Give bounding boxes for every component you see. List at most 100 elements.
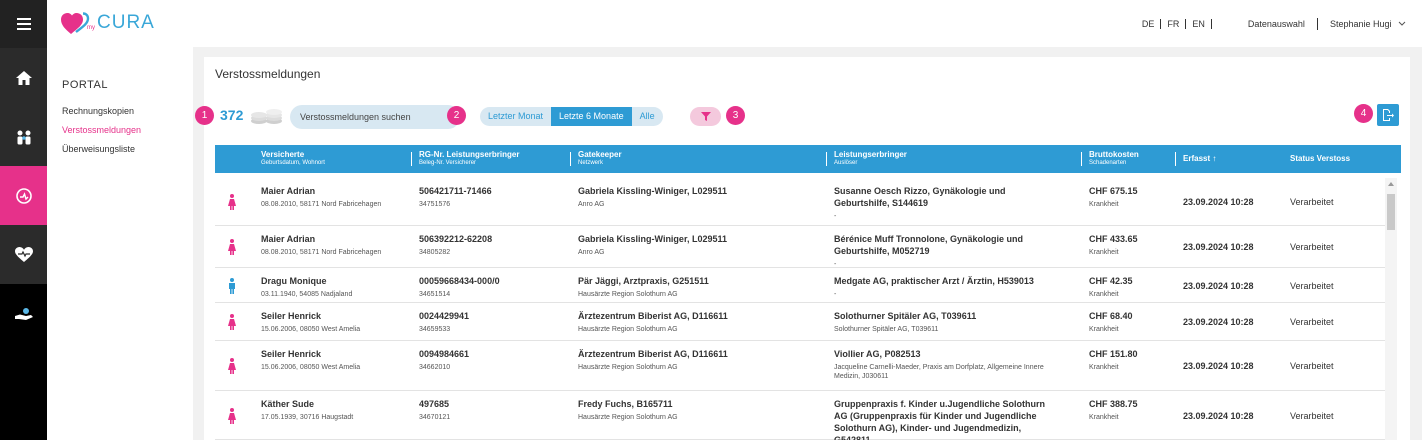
heart-logo-icon (61, 12, 90, 34)
cell-date: 23.09.2024 10:28 (1183, 242, 1254, 252)
callout-badge-1: 1 (195, 106, 214, 125)
cell-person: Seiler Henrick 15.06.2006, 08050 West Ame… (261, 349, 361, 371)
cell-person: Maier Adrian 08.08.2010, 58171 Nord Fabri… (261, 186, 382, 208)
user-menu[interactable]: Stephanie Hugi (1330, 19, 1406, 29)
cell-rg: 506392212-62208 34805282 (419, 234, 493, 256)
rail-people[interactable] (0, 107, 47, 166)
table-row[interactable]: Maier Adrian 08.08.2010, 58171 Nord Fabri… (215, 178, 1385, 226)
cell-status: Verarbeitet (1290, 197, 1334, 207)
rail-home[interactable] (0, 48, 47, 107)
lang-fr[interactable]: FR (1161, 18, 1187, 29)
page-title: Verstossmeldungen (215, 67, 321, 81)
data-selection-link[interactable]: Datenauswahl (1248, 19, 1305, 29)
col-rg-nr[interactable]: RG-Nr. Leistungserbringer Beleg-Nr. Versi… (411, 150, 519, 166)
lang-en[interactable]: EN (1186, 18, 1212, 29)
cell-le: Viollier AG, P082513 Jacqueline Carnelli-… (834, 349, 1044, 380)
cell-gk: Gabriela Kissling-Winiger, L029511 Anro A… (578, 234, 727, 256)
person-icon (228, 314, 236, 330)
callout-badge-4: 4 (1354, 104, 1373, 123)
cell-status: Verarbeitet (1290, 281, 1334, 291)
cell-le: Bérénice Muff Tronnolone, Gynäkologie un… (834, 234, 1024, 268)
period-all[interactable]: Alle (632, 107, 663, 126)
callout-badge-2: 2 (447, 106, 466, 125)
rail-violations[interactable] (0, 166, 47, 225)
rail-health[interactable] (0, 225, 47, 284)
search-input[interactable] (290, 105, 460, 129)
col-gatekeeper[interactable]: Gatekeeper Netzwerk (570, 150, 622, 166)
table-row[interactable]: Käther Sude 17.05.1939, 30716 Haugstadt 49… (215, 391, 1385, 440)
person-icon (228, 408, 236, 424)
subnav-item-verstossmeldungen[interactable]: Verstossmeldungen (62, 125, 141, 135)
portal-subnav: PORTAL Rechnungskopien Verstossmeldungen… (47, 47, 193, 440)
col-leistungserbringer[interactable]: Leistungserbringer Auslöser (826, 150, 907, 166)
cell-date: 23.09.2024 10:28 (1183, 197, 1254, 207)
user-name: Stephanie Hugi (1329, 18, 1392, 29)
menu-button[interactable] (0, 0, 47, 48)
callout-badge-3: 3 (726, 106, 745, 125)
cell-rg: 506421711-71466 34751576 (419, 186, 492, 208)
home-icon (15, 70, 32, 85)
cell-gk: Pär Jäggi, Arztpraxis, G251511 Hausärzte … (578, 276, 709, 298)
cell-date: 23.09.2024 10:28 (1183, 281, 1254, 291)
cell-status: Verarbeitet (1290, 317, 1334, 327)
scrollbar-thumb[interactable] (1387, 194, 1395, 230)
result-count: 372 (220, 107, 244, 123)
period-last-month[interactable]: Letzter Monat (480, 107, 551, 126)
subnav-item-rechnungskopien[interactable]: Rechnungskopien (62, 106, 134, 116)
cell-le: Medgate AG, praktischer Arzt / Ärztin, H… (834, 276, 1034, 298)
header-right: DE FR EN Datenauswahl Stephanie Hugi (1136, 0, 1406, 47)
coins-icon (251, 109, 282, 124)
cell-person: Käther Sude 17.05.1939, 30716 Haugstadt (261, 399, 354, 421)
top-bar: my CURA DE FR EN Datenauswahl Stephanie … (47, 0, 1422, 47)
cell-gk: Fredy Fuchs, B165711 Hausärzte Region Sol… (578, 399, 678, 421)
subnav-item-ueberweisungsliste[interactable]: Überweisungsliste (62, 144, 135, 154)
cell-person: Seiler Henrick 15.06.2006, 08050 West Ame… (261, 311, 361, 333)
subnav-heading: PORTAL (62, 79, 108, 91)
period-filter: Letzter Monat Letzte 6 Monate Alle (480, 107, 663, 126)
period-last-6-months[interactable]: Letzte 6 Monate (551, 107, 632, 126)
col-erfasst[interactable]: Erfasst ↑ (1175, 152, 1216, 166)
cell-rg: 00059668434-000/0 34651514 (419, 276, 500, 298)
table-row[interactable]: Maier Adrian 08.08.2010, 58171 Nord Fabri… (215, 226, 1385, 268)
cell-status: Verarbeitet (1290, 361, 1334, 371)
table-row[interactable]: Seiler Henrick 15.06.2006, 08050 West Ame… (215, 341, 1385, 391)
mycura-logo[interactable]: my CURA (61, 10, 155, 36)
table-row[interactable]: Seiler Henrick 15.06.2006, 08050 West Ame… (215, 303, 1385, 341)
export-button[interactable] (1377, 104, 1399, 126)
gauge-icon (15, 187, 32, 204)
table-header: Versicherte Geburtsdatum, Wohnort RG-Nr. … (215, 145, 1401, 173)
cell-status: Verarbeitet (1290, 411, 1334, 421)
hand-coin-icon (14, 307, 33, 320)
table-row[interactable]: Dragu Monique 03.11.1940, 54085 Nadjaland… (215, 268, 1385, 303)
lang-de[interactable]: DE (1136, 18, 1162, 29)
cell-date: 23.09.2024 10:28 (1183, 411, 1254, 421)
logo-sup: my (87, 25, 95, 31)
col-versicherte[interactable]: Versicherte Geburtsdatum, Wohnort (261, 150, 325, 166)
cell-date: 23.09.2024 10:28 (1183, 317, 1254, 327)
left-rail (0, 0, 47, 440)
filter-button[interactable] (690, 107, 721, 126)
cell-person: Dragu Monique 03.11.1940, 54085 Nadjaland (261, 276, 353, 298)
col-status[interactable]: Status Verstoss (1290, 154, 1350, 163)
cell-gk: Ärztezentrum Biberist AG, D116611 Hausärz… (578, 349, 728, 371)
table-scrollbar[interactable] (1385, 178, 1397, 440)
cell-person: Maier Adrian 08.08.2010, 58171 Nord Fabri… (261, 234, 382, 256)
cell-le: Susanne Oesch Rizzo, Gynäkologie und Geb… (834, 186, 1006, 220)
chevron-down-icon (1398, 21, 1406, 26)
logo-text: CURA (97, 12, 155, 33)
people-icon (17, 130, 30, 144)
person-icon (228, 358, 236, 374)
hamburger-icon (16, 18, 31, 30)
heart-pulse-icon (14, 246, 33, 262)
export-icon (1383, 109, 1394, 121)
person-icon (229, 278, 235, 294)
cell-rg: 0024429941 34659533 (419, 311, 470, 333)
col-bruttokosten[interactable]: Bruttokosten Schadenarten (1081, 150, 1139, 166)
cell-date: 23.09.2024 10:28 (1183, 361, 1254, 371)
main-panel: Verstossmeldungen 1 372 2 Letzter Monat … (195, 57, 1410, 440)
app-root: my CURA DE FR EN Datenauswahl Stephanie … (0, 0, 1422, 440)
rail-hand[interactable] (0, 284, 47, 343)
cell-le: Solothurner Spitäler AG, T039611 Solothur… (834, 311, 977, 333)
person-icon (228, 194, 236, 210)
cell-le: Gruppenpraxis f. Kinder u.Jugendliche So… (834, 399, 1046, 440)
